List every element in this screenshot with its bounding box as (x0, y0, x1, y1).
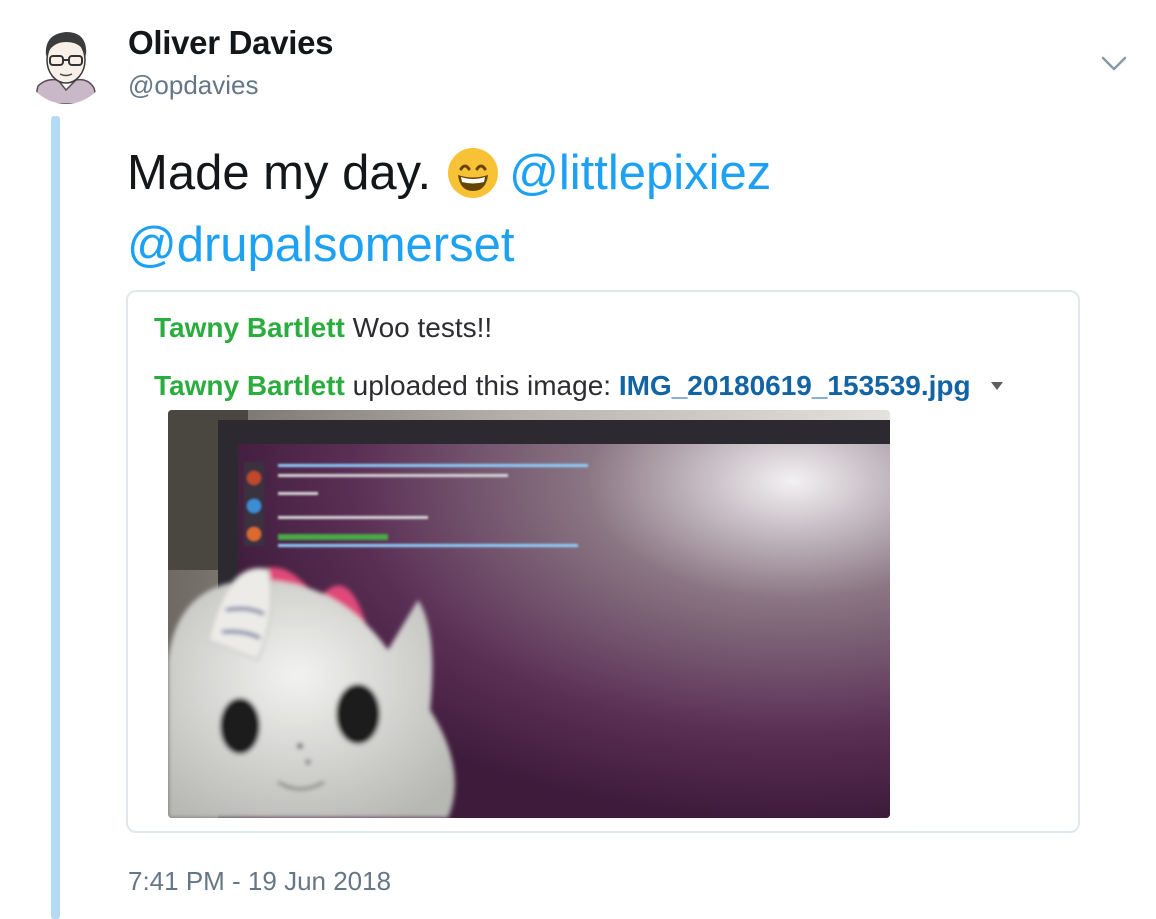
slack-username: Tawny Bartlett (154, 312, 345, 343)
slack-message-text: Woo tests!! (352, 312, 493, 343)
chevron-down-icon[interactable] (1098, 50, 1130, 76)
embedded-screenshot-card[interactable]: Tawny Bartlett Woo tests!! Tawny Bartlet… (126, 290, 1080, 833)
caret-down-icon (990, 366, 1004, 398)
slack-message-1: Tawny Bartlett Woo tests!! (154, 312, 492, 344)
mention-drupalsomerset[interactable]: @drupalsomerset (127, 218, 514, 272)
slack-username: Tawny Bartlett (154, 370, 345, 401)
tweet-text: Made my day. @littlepixiez @drupalsomers… (127, 142, 1107, 276)
tweet-timestamp[interactable]: 7:41 PM - 19 Jun 2018 (128, 866, 391, 897)
avatar-illustration (33, 32, 99, 104)
thread-line (51, 116, 60, 919)
slack-message-2: Tawny Bartlett uploaded this image: IMG_… (154, 366, 1004, 402)
author-handle[interactable]: @opdavies (128, 70, 258, 101)
mention-littlepixiez[interactable]: @littlepixiez (509, 146, 771, 200)
avatar[interactable] (24, 20, 108, 104)
slack-message-text: uploaded this image: (352, 370, 612, 401)
tweet-body: Made my day. (127, 146, 432, 200)
author-name[interactable]: Oliver Davies (128, 24, 334, 62)
grinning-face-icon (447, 147, 499, 214)
slack-file-link: IMG_20180619_153539.jpg (618, 370, 971, 401)
uploaded-photo (168, 410, 890, 818)
